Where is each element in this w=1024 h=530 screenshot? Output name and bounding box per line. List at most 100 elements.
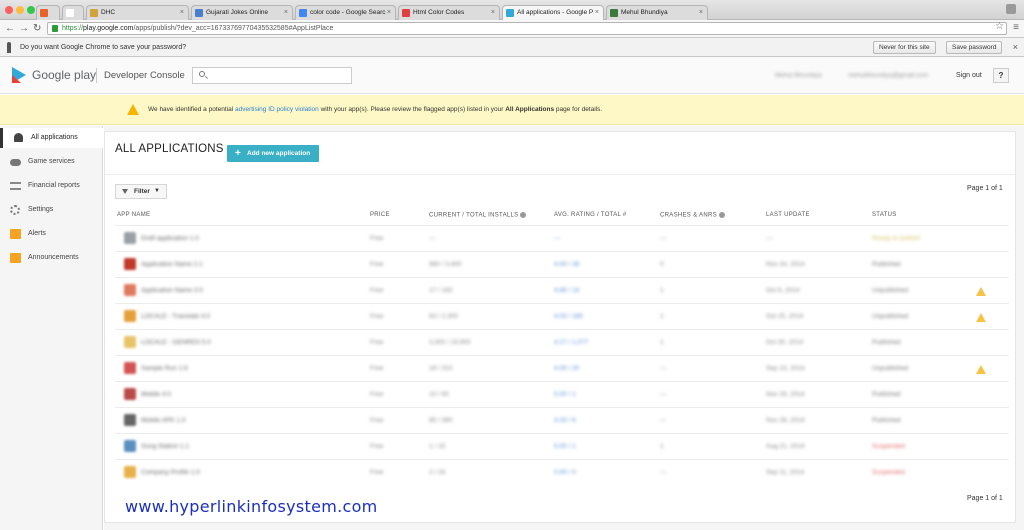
cell-rating: — — [554, 235, 561, 242]
policy-violation-link[interactable]: advertising ID policy violation — [235, 106, 319, 113]
sidebar-item-announcements[interactable]: Announcements — [0, 248, 103, 268]
browser-tab[interactable]: Html Color Codes × — [398, 5, 500, 20]
close-tab-icon[interactable]: × — [595, 6, 599, 20]
table-row[interactable]: Sample Run 1.6 Free 18 / 310 4.05 / 20 — Sep … — [115, 355, 1009, 381]
warning-icon[interactable] — [976, 365, 986, 374]
help-icon[interactable] — [520, 212, 527, 218]
zoom-window-button[interactable] — [27, 6, 35, 14]
close-infobar-icon[interactable]: × — [1013, 38, 1018, 57]
forward-arrow-icon[interactable]: → — [19, 23, 29, 35]
app-name[interactable]: Draft application 1.0 — [141, 235, 199, 242]
bookmark-star-icon[interactable]: ☆ — [995, 21, 1004, 33]
google-play-logo-accent — [12, 75, 21, 83]
app-name[interactable]: Sample Run 1.6 — [141, 365, 188, 372]
cell-price: Free — [370, 391, 384, 398]
cell-rating: 4.00 / 28 — [554, 261, 580, 268]
column-header-installs[interactable]: CURRENT / TOTAL INSTALLS — [429, 212, 527, 219]
save-password-button[interactable]: Save password — [946, 41, 1003, 54]
table-row[interactable]: Draft application 1.0 Free — — — — Ready to pu… — [115, 225, 1009, 251]
never-for-this-site-button[interactable]: Never for this site — [873, 41, 936, 54]
close-tab-icon[interactable]: × — [491, 6, 495, 20]
sidebar: All applications Game services Financial… — [0, 126, 103, 530]
browser-tab[interactable]: Mehul Bhundiya × — [606, 5, 708, 20]
help-icon[interactable] — [718, 212, 725, 218]
profile-icon[interactable] — [1006, 4, 1016, 14]
add-new-application-button[interactable]: + Add new application — [227, 145, 319, 162]
sidebar-item-financial-reports[interactable]: Financial reports — [0, 176, 103, 196]
cell-price: Free — [370, 365, 384, 372]
filter-icon — [122, 189, 128, 194]
tab-label: DHC — [101, 9, 116, 16]
filter-button[interactable]: Filter ▼ — [115, 184, 167, 199]
browser-tab[interactable] — [36, 5, 60, 20]
app-name[interactable]: Company Profile 1.0 — [141, 469, 200, 476]
address-bar[interactable]: https://play.google.com/apps/publish/?de… — [47, 22, 1007, 35]
column-header-last-update[interactable]: LAST UPDATE — [766, 212, 810, 218]
app-name[interactable]: Mobile APK 1.0 — [141, 417, 185, 424]
back-arrow-icon[interactable]: ← — [5, 23, 15, 35]
app-icon — [124, 440, 136, 452]
favicon-icon — [506, 9, 514, 17]
sidebar-item-game-services[interactable]: Game services — [0, 152, 103, 172]
reload-icon[interactable]: ↻ — [33, 23, 41, 35]
browser-tab[interactable]: All applications - Google P × — [502, 5, 604, 20]
column-header-price[interactable]: PRICE — [370, 212, 390, 218]
cell-updated: Oct 6, 2014 — [766, 287, 800, 294]
favicon-icon — [610, 9, 618, 17]
browser-tab[interactable]: DHC × — [86, 5, 189, 20]
table-row[interactable]: Mobile APK 1.0 Free 85 / 390 4.33 / 6 — Nov 2… — [115, 407, 1009, 433]
close-tab-icon[interactable]: × — [387, 6, 391, 20]
minimize-window-button[interactable] — [16, 6, 24, 14]
column-header-status[interactable]: STATUS — [872, 212, 897, 218]
cell-rating: 4.05 / 20 — [554, 365, 580, 372]
cell-price: Free — [370, 443, 384, 450]
close-window-button[interactable] — [5, 6, 13, 14]
cell-updated: Sep 15, 2014 — [766, 365, 805, 372]
sidebar-item-label: All applications — [31, 134, 78, 141]
cell-price: Free — [370, 313, 384, 320]
column-header-app-name[interactable]: APP NAME — [117, 212, 150, 218]
table-row[interactable]: Company Profile 1.0 Free 2 / 16 0.00 / 0 — Se… — [115, 459, 1009, 485]
close-tab-icon[interactable]: × — [284, 6, 288, 20]
gamepad-icon — [10, 159, 21, 166]
table-row[interactable]: Application Name 2.1 Free 980 / 3,400 4.00 … — [115, 251, 1009, 277]
sidebar-item-alerts[interactable]: Alerts — [0, 224, 103, 244]
cell-price: Free — [370, 339, 384, 346]
app-name[interactable]: Song Station 1.1 — [141, 443, 189, 450]
warning-suffix: page for details. — [554, 106, 603, 113]
app-name[interactable]: Application Name 3.0 — [141, 287, 203, 294]
sidebar-item-settings[interactable]: Settings — [0, 200, 103, 220]
brand-name[interactable]: Google play — [32, 68, 96, 82]
search-input[interactable] — [192, 67, 352, 84]
table-row[interactable]: Song Station 1.1 Free 1 / 15 5.00 / 1 1 Aug 2… — [115, 433, 1009, 459]
warning-icon[interactable] — [976, 287, 986, 296]
table-row[interactable]: Mobile 4.0 Free 10 / 60 5.00 / 1 — Nov 28, 20… — [115, 381, 1009, 407]
sign-out-link[interactable]: Sign out — [956, 72, 982, 79]
browser-tab[interactable]: color code - Google Searc × — [295, 5, 396, 20]
cell-installs: 1 / 15 — [429, 443, 446, 450]
column-header-rating[interactable]: AVG. RATING / TOTAL # — [554, 212, 627, 218]
app-icon — [124, 414, 136, 426]
app-name[interactable]: Application Name 2.1 — [141, 261, 203, 268]
close-tab-icon[interactable]: × — [699, 6, 703, 20]
table-row[interactable]: LOCALE - GENRES 5.0 Free 3,300 / 19,900 4.2… — [115, 329, 1009, 355]
browser-tab[interactable]: Gujarati Jokes Online × — [191, 5, 293, 20]
close-tab-icon[interactable]: × — [180, 6, 184, 20]
tab-label: Gujarati Jokes Online — [206, 9, 269, 16]
column-header-crashes[interactable]: CRASHES & ANRS — [660, 212, 725, 219]
sidebar-item-label: Announcements — [28, 254, 79, 261]
chrome-menu-icon[interactable]: ≡ — [1013, 22, 1019, 34]
app-name[interactable]: LOCALE - GENRES 5.0 — [141, 339, 211, 346]
app-name[interactable]: LOCALE - Translate 4.0 — [141, 313, 210, 320]
warning-icon[interactable] — [976, 313, 986, 322]
help-button[interactable]: ? — [993, 68, 1009, 83]
tab-label: Html Color Codes — [413, 9, 465, 16]
table-row[interactable]: LOCALE - Translate 4.0 Free 63 / 2,300 4.03… — [115, 303, 1009, 329]
browser-tab-bar: DHC × Gujarati Jokes Online × color code - G… — [0, 0, 1024, 20]
sidebar-item-all-applications[interactable]: All applications — [0, 128, 103, 148]
header-divider — [96, 68, 97, 83]
browser-tab[interactable] — [62, 5, 84, 20]
table-row[interactable]: Application Name 3.0 Free 17 / 183 4.86 / 1… — [115, 277, 1009, 303]
browser-toolbar: ← → ↻ https://play.google.com/apps/publi… — [0, 20, 1024, 38]
app-name[interactable]: Mobile 4.0 — [141, 391, 171, 398]
